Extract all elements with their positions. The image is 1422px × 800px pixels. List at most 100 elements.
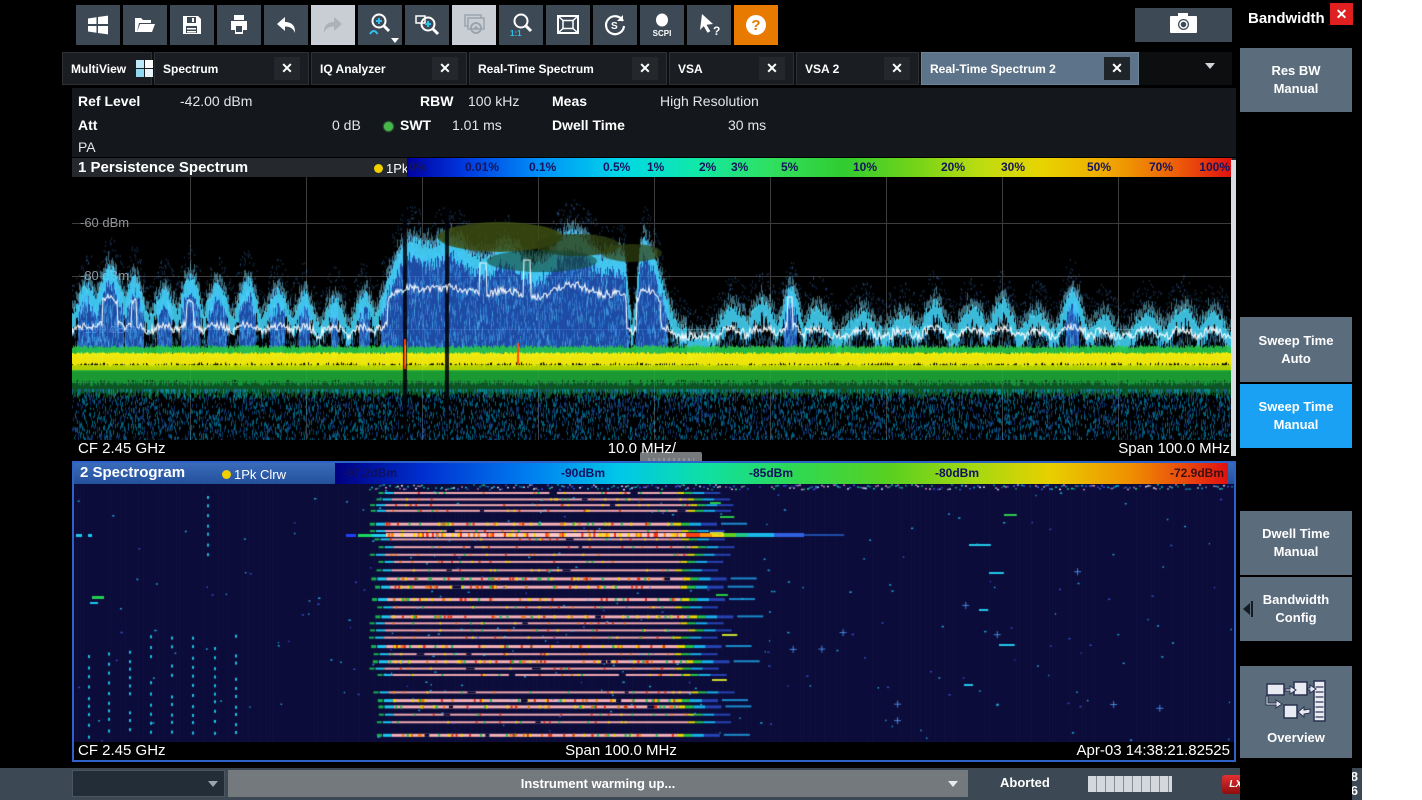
spectrogram-canvas <box>74 484 1234 742</box>
help-button[interactable]: ? <box>734 5 778 45</box>
softkey-overview[interactable]: Overview <box>1240 666 1352 758</box>
scale-label: 0.01% <box>465 160 499 174</box>
tab-label: IQ Analyzer <box>320 62 386 76</box>
att-label: Att <box>78 117 97 133</box>
context-help-button[interactable]: ? <box>687 5 731 45</box>
tab-overflow-caret[interactable] <box>1205 63 1215 69</box>
scale-label: -97.2dBm <box>343 466 397 480</box>
open-file-button[interactable] <box>123 5 167 45</box>
overview-flowchart-icon <box>1264 678 1328 729</box>
sync-arrows-icon: S <box>601 12 629 38</box>
scale-label: -80dBm <box>935 466 979 480</box>
scale-label: 10% <box>853 160 877 174</box>
tab-vsa-2[interactable]: VSA 2 ✕ <box>796 52 919 85</box>
scale-label: 30% <box>1001 160 1025 174</box>
zoom-windows-icon <box>460 12 488 38</box>
save-button[interactable] <box>170 5 214 45</box>
fit-screen-button[interactable] <box>546 5 590 45</box>
meas-value: High Resolution <box>660 93 759 109</box>
tab-label: Spectrum <box>163 62 218 76</box>
submenu-arrow-icon <box>1243 603 1250 615</box>
close-tab-icon[interactable]: ✕ <box>274 57 300 80</box>
scale-label: -90dBm <box>561 466 605 480</box>
sync-sweep-button[interactable]: S <box>593 5 637 45</box>
trace-legend: 1Pk Clrw <box>222 467 286 482</box>
screenshot-button[interactable] <box>1135 8 1232 42</box>
system-message: Instrument warming up... <box>521 776 676 791</box>
zoom-signal-icon <box>366 12 394 38</box>
undo-button[interactable] <box>264 5 308 45</box>
spectrogram-window[interactable]: 2 Spectrogram 1Pk Clrw -97.2dBm -90dBm -… <box>72 461 1236 762</box>
softkey-dwell-time-manual[interactable]: Dwell TimeManual <box>1240 511 1352 575</box>
chevron-down-icon <box>948 781 958 787</box>
softkey-res-bw-manual[interactable]: Res BWManual <box>1240 48 1352 112</box>
fit-screen-icon <box>554 12 582 38</box>
zoom-1to1-button[interactable]: 1:1 <box>499 5 543 45</box>
rbw-label: RBW <box>420 93 453 109</box>
cf-value: CF 2.45 GHz <box>78 440 166 458</box>
cursor-help-icon: ? <box>695 12 723 38</box>
scale-label: 0.5% <box>603 160 630 174</box>
zoom-windows-button[interactable] <box>452 5 496 45</box>
att-status-dot <box>384 122 393 131</box>
scpi-recorder-button[interactable]: SCPI <box>640 5 684 45</box>
scale-label: 70% <box>1149 160 1173 174</box>
spectrogram-color-scale: -97.2dBm -90dBm -85dBm -80dBm -72.9dBm <box>335 463 1228 484</box>
channel-settings-bar[interactable]: Ref Level -42.00 dBm RBW 100 kHz Meas Hi… <box>72 88 1236 157</box>
close-tab-icon[interactable]: ✕ <box>1104 57 1130 80</box>
close-menu-button[interactable]: ✕ <box>1330 3 1353 25</box>
spectrogram-title-bar[interactable]: 2 Spectrogram 1Pk Clrw -97.2dBm -90dBm -… <box>74 463 1234 484</box>
print-button[interactable] <box>217 5 261 45</box>
status-dropdown[interactable] <box>72 770 225 797</box>
windows-start-button[interactable] <box>76 5 120 45</box>
tab-real-time-spectrum-2[interactable]: Real-Time Spectrum 2 ✕ <box>921 52 1139 85</box>
svg-text:S: S <box>611 21 618 32</box>
zoom-signal-button[interactable] <box>358 5 402 45</box>
persistence-title-bar[interactable]: 1 Persistence Spectrum 1Pk Clrw 0% 0.01%… <box>72 158 1236 177</box>
channel-tabbar: MultiView Spectrum ✕ IQ Analyzer ✕ Real-… <box>62 52 1232 85</box>
close-tab-icon[interactable]: ✕ <box>632 57 658 80</box>
svg-text:?: ? <box>713 24 720 38</box>
softkey-bandwidth-config[interactable]: BandwidthConfig <box>1240 577 1352 641</box>
tab-vsa[interactable]: VSA ✕ <box>669 52 794 85</box>
scale-label: 50% <box>1087 160 1111 174</box>
system-message-bar[interactable]: Instrument warming up... <box>228 770 968 797</box>
swt-value: 1.01 ms <box>452 117 502 133</box>
tab-spectrum[interactable]: Spectrum ✕ <box>154 52 309 85</box>
spectrogram-window-title: 2 Spectrogram <box>80 464 185 481</box>
persistence-window-title: 1 Persistence Spectrum <box>78 159 248 176</box>
close-tab-icon[interactable]: ✕ <box>759 57 785 80</box>
close-tab-icon[interactable]: ✕ <box>884 57 910 80</box>
save-icon <box>179 13 205 37</box>
scale-label: 3% <box>731 160 748 174</box>
softkey-sweep-time-auto[interactable]: Sweep TimeAuto <box>1240 317 1352 382</box>
window-scrollbar[interactable] <box>1231 160 1236 456</box>
pa-indicator: PA <box>78 139 96 155</box>
tab-real-time-spectrum[interactable]: Real-Time Spectrum ✕ <box>469 52 667 85</box>
zoom-selection-button[interactable] <box>405 5 449 45</box>
redo-button[interactable] <box>311 5 355 45</box>
scale-label: 20% <box>941 160 965 174</box>
persistence-graph-area[interactable]: -60 dBm -80 dBm -100 dBm <box>72 177 1236 440</box>
meas-label: Meas <box>552 93 587 109</box>
analyzer-ui: 1:1 S SCPI ? ? MultiView Spectrum ✕ <box>0 0 1362 800</box>
trace-label: 1Pk Clrw <box>234 467 286 482</box>
svg-text:SCPI: SCPI <box>653 29 672 38</box>
windows-logo-icon <box>85 13 111 37</box>
scale-label: 0.1% <box>529 160 556 174</box>
zoom-selection-icon <box>413 12 441 38</box>
tab-iq-analyzer[interactable]: IQ Analyzer ✕ <box>311 52 467 85</box>
close-tab-icon[interactable]: ✕ <box>432 57 458 80</box>
tab-label: Real-Time Spectrum <box>478 62 594 76</box>
camera-icon <box>1167 10 1201 41</box>
trace-dot-icon <box>222 470 231 479</box>
rbw-value: 100 kHz <box>468 93 519 109</box>
spectrogram-graph-area[interactable] <box>74 484 1234 742</box>
tab-multiview[interactable]: MultiView <box>62 52 152 85</box>
progress-bar <box>1088 776 1172 792</box>
timestamp-value: Apr-03 14:38:21.82525 <box>1077 742 1230 760</box>
print-icon <box>226 13 252 37</box>
softkey-sweep-time-manual[interactable]: Sweep TimeManual <box>1240 384 1352 448</box>
multiview-grid-icon <box>136 60 153 77</box>
ref-level-label: Ref Level <box>78 93 140 109</box>
